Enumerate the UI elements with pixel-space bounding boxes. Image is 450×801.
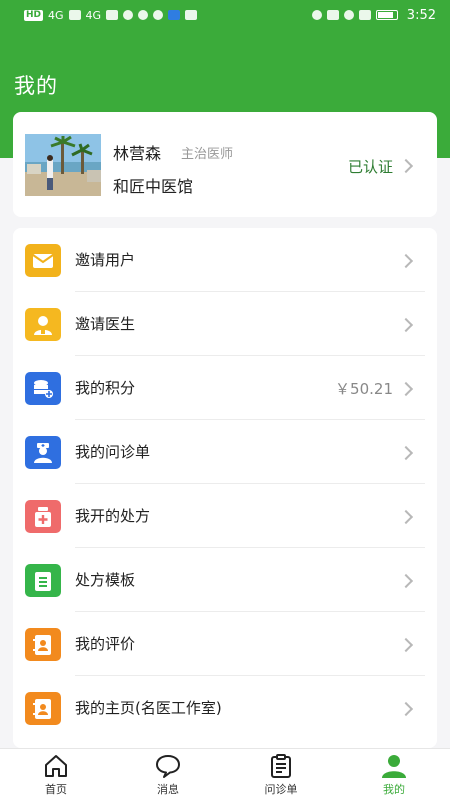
menu-item-label: 处方模板: [75, 571, 136, 589]
menu-item-label: 我的积分: [75, 379, 136, 397]
menu-item-my-reviews[interactable]: 我的评价: [13, 612, 437, 676]
app-badge-icon: [185, 10, 198, 20]
network-4g-tag-2: 4G: [85, 8, 102, 22]
menu-item-invite-user[interactable]: 邀请用户: [13, 228, 437, 292]
hd-tag: HD: [24, 9, 44, 21]
chat-bubble-icon: [156, 755, 180, 778]
menu-item-prescription-templates[interactable]: 处方模板: [13, 548, 437, 612]
tab-home[interactable]: 首页: [0, 749, 112, 801]
tab-mine[interactable]: 我的: [338, 749, 450, 801]
menu-item-invite-doctor[interactable]: 邀请医生: [13, 292, 437, 356]
chevron-right-icon: [398, 701, 414, 717]
tab-label: 我的: [383, 783, 405, 796]
page-title: 我的: [14, 74, 58, 98]
battery-icon: [375, 10, 398, 20]
app-notification-icon: [153, 10, 164, 20]
menu-item-label: 邀请用户: [75, 251, 136, 269]
chevron-right-icon: [398, 573, 414, 589]
verified-status: 已认证: [347, 158, 393, 176]
chevron-right-icon: [398, 317, 414, 333]
chevron-right-icon: [398, 509, 414, 525]
status-bar-left: HD 4G 4G: [24, 8, 198, 22]
doctor-icon: [25, 308, 61, 341]
alarm-icon: [343, 10, 354, 20]
chevron-right-icon: [398, 158, 414, 174]
menu-item-my-prescriptions[interactable]: 我开的处方: [13, 484, 437, 548]
wifi-icon: [123, 10, 134, 20]
avatar: [25, 134, 101, 196]
home-icon: [45, 755, 67, 777]
signal-icon: [106, 10, 119, 20]
coins-icon: [25, 372, 61, 405]
contact-card-icon: [25, 692, 61, 725]
points-value: ￥50.21: [335, 380, 393, 398]
menu-item-my-points[interactable]: 我的积分 ￥50.21: [13, 356, 437, 420]
doctor-name: 林营森: [113, 144, 162, 163]
menu-item-label: 我的主页(名医工作室): [75, 699, 222, 717]
chevron-right-icon: [398, 381, 414, 397]
nurse-icon: [25, 436, 61, 469]
menu-item-my-homepage[interactable]: 我的主页(名医工作室): [13, 676, 437, 740]
tab-messages[interactable]: 消息: [112, 749, 224, 801]
tab-label: 消息: [157, 783, 179, 796]
menu-item-label: 我开的处方: [75, 507, 151, 525]
bluetooth-icon: [358, 10, 371, 20]
tab-consultations[interactable]: 问诊单: [225, 749, 337, 801]
chevron-right-icon: [398, 637, 414, 653]
status-time: 3:52: [406, 7, 436, 23]
chevron-right-icon: [398, 253, 414, 269]
profile-card[interactable]: 林营森 主治医师 和匠中医馆 已认证: [13, 112, 437, 217]
clipboard-icon: [271, 754, 291, 778]
telegram-icon: [168, 10, 181, 20]
chevron-right-icon: [398, 445, 414, 461]
network-4g-tag: 4G: [48, 8, 64, 22]
status-bar-right: 3:52: [311, 7, 436, 23]
chat-notification-icon: [138, 10, 149, 20]
menu-item-label: 邀请医生: [75, 315, 136, 333]
menu-item-label: 我的问诊单: [75, 443, 151, 461]
bottom-tab-bar: 首页 消息 问诊单 我的: [0, 748, 450, 801]
eye-icon: [311, 10, 322, 20]
tab-label: 问诊单: [264, 783, 298, 796]
doctor-title: 主治医师: [181, 147, 234, 162]
menu-item-my-consultations[interactable]: 我的问诊单: [13, 420, 437, 484]
medicine-icon: [25, 500, 61, 533]
clipboard-icon: [25, 564, 61, 597]
person-icon: [382, 755, 406, 778]
contact-card-icon: [25, 628, 61, 661]
status-bar: HD 4G 4G 3:52: [0, 0, 450, 30]
menu-list: 邀请用户 邀请医生 我的积分 ￥50.21 我的问诊单 我开的处方 处方模板 我…: [13, 228, 437, 748]
menu-item-label: 我的评价: [75, 635, 136, 653]
envelope-icon: [25, 244, 61, 277]
hospital-name: 和匠中医馆: [113, 177, 194, 196]
tab-label: 首页: [45, 783, 67, 796]
signal-icon: [68, 10, 81, 20]
nfc-icon: [326, 10, 339, 20]
